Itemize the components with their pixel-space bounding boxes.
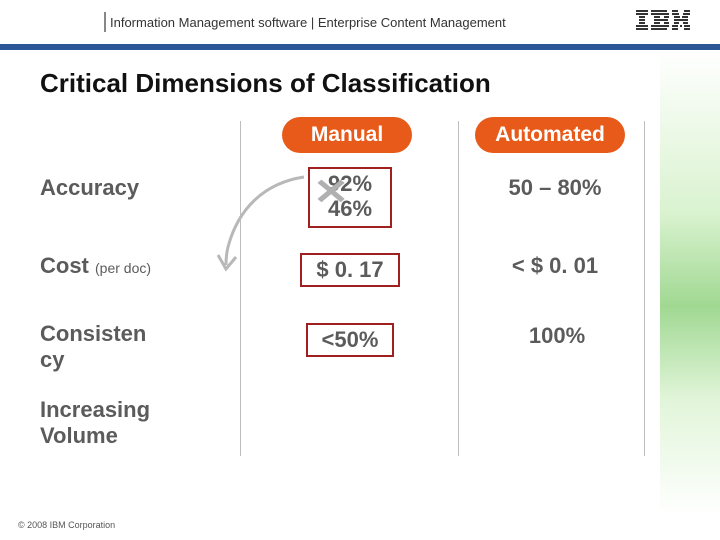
row-label-cost-text: Cost — [40, 253, 89, 278]
slide-title: Critical Dimensions of Classification — [0, 50, 720, 117]
cell-accuracy-manual: 92% 46% — [296, 167, 404, 228]
side-gradient-decoration — [660, 50, 720, 516]
cell-cost-automated: < $ 0. 01 — [480, 253, 630, 279]
copyright-footer: © 2008 IBM Corporation — [18, 520, 115, 530]
column-header-manual: Manual — [282, 117, 412, 153]
cell-cost-manual: $ 0. 17 — [296, 253, 404, 287]
cell-accuracy-automated: 50 – 80% — [480, 175, 630, 201]
column-header-automated: Automated — [475, 117, 625, 153]
cost-manual-box: $ 0. 17 — [300, 253, 399, 287]
divider — [240, 121, 241, 456]
row-label-cost: Cost (per doc) — [40, 253, 230, 279]
cell-consistency-manual: <50% — [296, 323, 404, 357]
breadcrumb: Information Management software | Enterp… — [110, 15, 506, 30]
accuracy-manual-revised: 46% — [318, 196, 382, 221]
row-label-volume: Increasing Volume — [40, 397, 230, 450]
divider — [644, 121, 645, 456]
consistency-manual-box: <50% — [306, 323, 395, 357]
accuracy-manual-original: 92% — [318, 171, 382, 196]
row-label-accuracy: Accuracy — [40, 175, 230, 201]
header-bar: Information Management software | Enterp… — [0, 0, 720, 44]
row-label-cost-unit: (per doc) — [95, 260, 151, 276]
row-label-consistency: Consisten cy — [40, 321, 230, 374]
ibm-logo-icon — [636, 10, 690, 30]
divider — [458, 121, 459, 456]
cell-consistency-automated: 100% — [492, 323, 622, 349]
accuracy-manual-box: 92% 46% — [308, 167, 392, 228]
